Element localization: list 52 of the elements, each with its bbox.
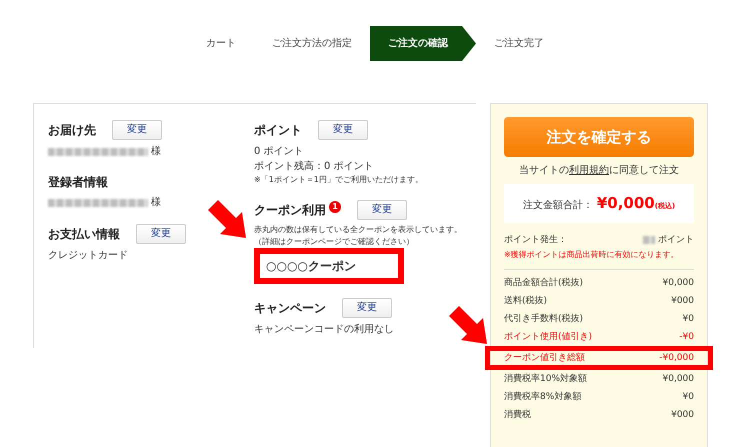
step-tab[interactable]: ご注文の確認: [370, 26, 476, 61]
info-text: クレジットカード: [48, 249, 129, 263]
honorific-text: 様: [151, 196, 161, 210]
terms-link[interactable]: 利用規約: [569, 165, 609, 176]
change-button[interactable]: 変更: [342, 298, 392, 318]
row-value: ¥000: [671, 294, 694, 306]
arrow-icon: [206, 198, 248, 240]
note-text: 赤丸内の数は保有している全クーポンを表示しています。: [254, 224, 462, 236]
arrow-icon: [447, 304, 489, 346]
info-text: ポイント残高：0 ポイント: [254, 160, 375, 174]
change-button[interactable]: 変更: [112, 120, 162, 140]
note-text: （詳細はクーポンページでご確認ください）: [254, 236, 415, 248]
row-value: -¥0: [679, 330, 694, 342]
total-amount: ¥0,000: [596, 194, 655, 212]
row-value: ¥0,000: [662, 276, 694, 288]
info-text: キャンペーンコードの利用なし: [254, 322, 395, 337]
section-title: クーポン利用: [254, 202, 326, 219]
count-badge: 1: [329, 201, 341, 213]
row-label: 消費税率10%対象額: [504, 372, 588, 384]
step-tab[interactable]: ご注文完了: [476, 26, 562, 61]
change-button[interactable]: 変更: [318, 120, 368, 140]
points-label: ポイント発生：: [504, 234, 567, 246]
section-title: ポイント: [254, 122, 302, 139]
row-label: 送料(税抜): [504, 294, 548, 306]
info-text: 0 ポイント: [254, 145, 305, 159]
honorific-text: 様: [151, 144, 161, 159]
section-title: 登録者情報: [48, 174, 108, 191]
row-label: 商品金額合計(税抜): [504, 276, 584, 288]
step-tab[interactable]: カート: [188, 26, 254, 61]
step-tab[interactable]: ご注文方法の指定: [254, 26, 370, 61]
row-value: ¥0,000: [662, 372, 694, 384]
agreement-text: 当サイトの利用規約に同意して注文: [518, 164, 680, 178]
row-label: ポイント使用(値引き): [504, 330, 592, 342]
change-button[interactable]: 変更: [357, 200, 407, 220]
section-title: お支払い情報: [48, 226, 120, 243]
note-text: ※「1ポイント＝1円」でご利用いただけます。: [254, 174, 424, 186]
redacted-text: [643, 236, 655, 244]
row-label: 消費税率8%対象額: [504, 390, 582, 402]
coupon-name: ○○○○クーポン: [254, 248, 404, 284]
row-label: クーポン値引き総額: [504, 352, 585, 364]
row-label: 代引き手数料(税抜): [504, 312, 584, 324]
points-note: ※獲得ポイントは商品出荷時に有効になります。: [504, 248, 680, 260]
row-value: -¥0,000: [659, 352, 694, 364]
row-value: ¥000: [671, 408, 694, 420]
change-button[interactable]: 変更: [136, 224, 186, 244]
row-value: ¥0: [682, 312, 694, 324]
row-value: ¥0: [682, 390, 694, 402]
row-label: 消費税: [504, 408, 531, 420]
points-unit: ポイント: [658, 234, 694, 246]
total-label: 注文金額合計：: [522, 200, 593, 211]
section-title: お届け先: [48, 122, 96, 139]
section-title: キャンペーン: [254, 300, 326, 317]
